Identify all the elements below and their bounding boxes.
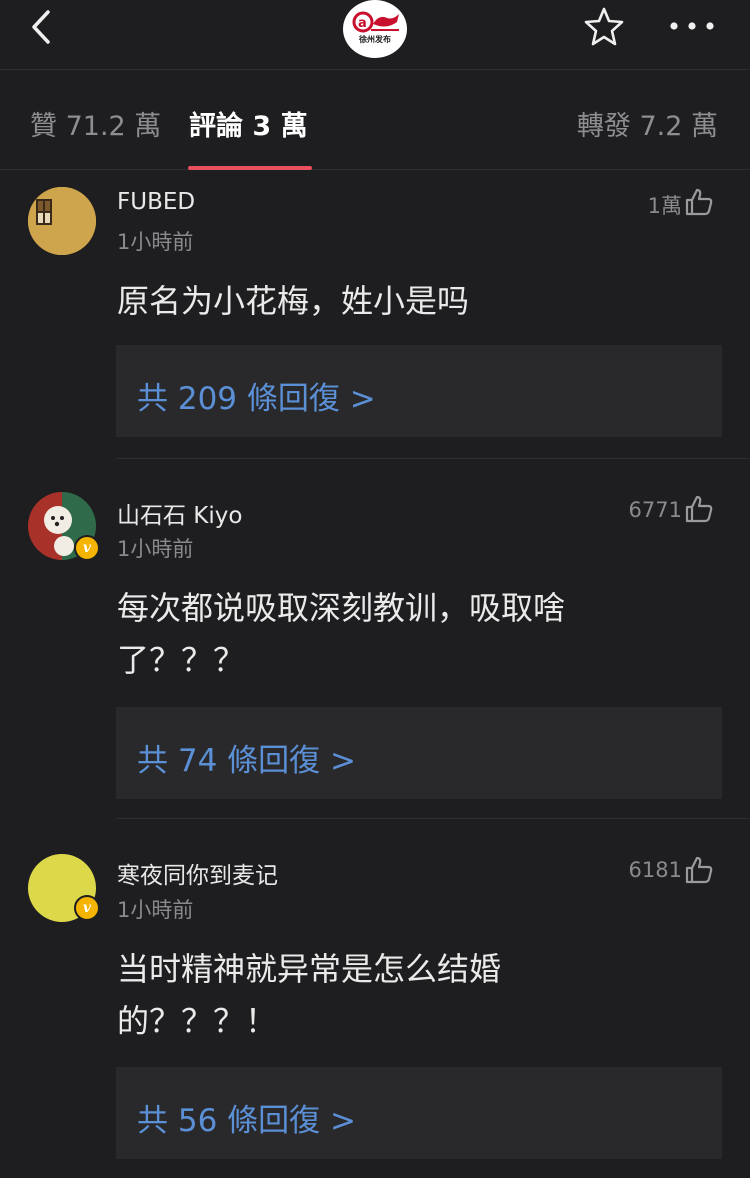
comment-text-line: 的？？？！ [117,1002,278,1040]
comment-text: 每次都说吸取深刻教训，吸取啥 了？？？ [117,582,677,686]
view-replies-link[interactable]: 共 56 條回復 > [137,1095,356,1140]
comment-divider [116,458,750,459]
comment-text: 当时精神就异常是怎么结婚 的？？？！ [117,943,677,1047]
comment-username[interactable]: 寒夜同你到麦记 [117,856,278,890]
avatar[interactable] [28,187,96,255]
comment-text-line: 当时精神就异常是怎么结婚 [117,950,502,988]
verified-badge-icon: v [74,535,100,561]
tab-reposts[interactable]: 轉發 7.2 萬 [577,104,718,143]
comment-timestamp: 1小時前 [117,537,194,561]
view-replies-link[interactable]: 共 74 條回復 > [137,735,356,780]
comment-divider [116,818,750,819]
comment-item: v 寒夜同你到麦记 1小時前 6181 当时精神就异常是怎么结婚 的？？？！ 共… [0,838,750,1178]
comment-text: 原名为小花梅，姓小是吗 [117,275,677,327]
back-chevron-icon [32,10,50,44]
like-count: 6181 [628,858,682,882]
comment-item: v 山石石 Kiyo 1小時前 6771 每次都说吸取深刻教训，吸取啥 了？？？… [0,478,750,819]
comment-username[interactable]: 山石石 Kiyo [117,496,242,530]
verified-badge-icon: v [74,895,100,921]
like-count: 1萬 [647,194,682,218]
tab-comments[interactable]: 評論 3 萬 [189,104,308,143]
thumbs-up-icon[interactable] [684,494,714,524]
avatar-image [28,187,96,255]
brand-name: 徐州发布 [359,35,391,44]
comment-text-line: 了？？？ [117,641,246,679]
back-button[interactable] [22,8,62,48]
top-bar: a 徐州发布 [0,0,750,70]
comment-username[interactable]: FUBED [117,189,195,215]
replies-box[interactable]: 共 209 條回復 > [116,345,722,437]
comment-text-line: 原名为小花梅，姓小是吗 [117,282,470,320]
replies-box[interactable]: 共 74 條回復 > [116,707,722,799]
thumbs-up-icon[interactable] [684,855,714,885]
brand-logo[interactable]: a 徐州发布 [343,0,407,58]
tab-likes[interactable]: 贊 71.2 萬 [30,104,161,143]
star-icon [584,7,624,46]
like-count: 6771 [628,498,682,522]
comment-timestamp: 1小時前 [117,898,194,922]
more-icon [670,22,714,30]
view-replies-link[interactable]: 共 209 條回復 > [137,373,376,418]
comment-timestamp: 1小時前 [117,230,194,254]
comment-text-line: 每次都说吸取深刻教训，吸取啥 [117,589,566,627]
replies-box[interactable]: 共 56 條回復 > [116,1067,722,1159]
comment-item: FUBED 1小時前 1萬 原名为小花梅，姓小是吗 共 209 條回復 > [0,170,750,460]
more-options-button[interactable] [664,10,720,42]
thumbs-up-icon[interactable] [684,187,714,217]
svg-text:a: a [358,16,367,31]
favorite-button[interactable] [582,4,626,48]
tab-bar: 贊 71.2 萬 評論 3 萬 轉發 7.2 萬 [0,70,750,170]
